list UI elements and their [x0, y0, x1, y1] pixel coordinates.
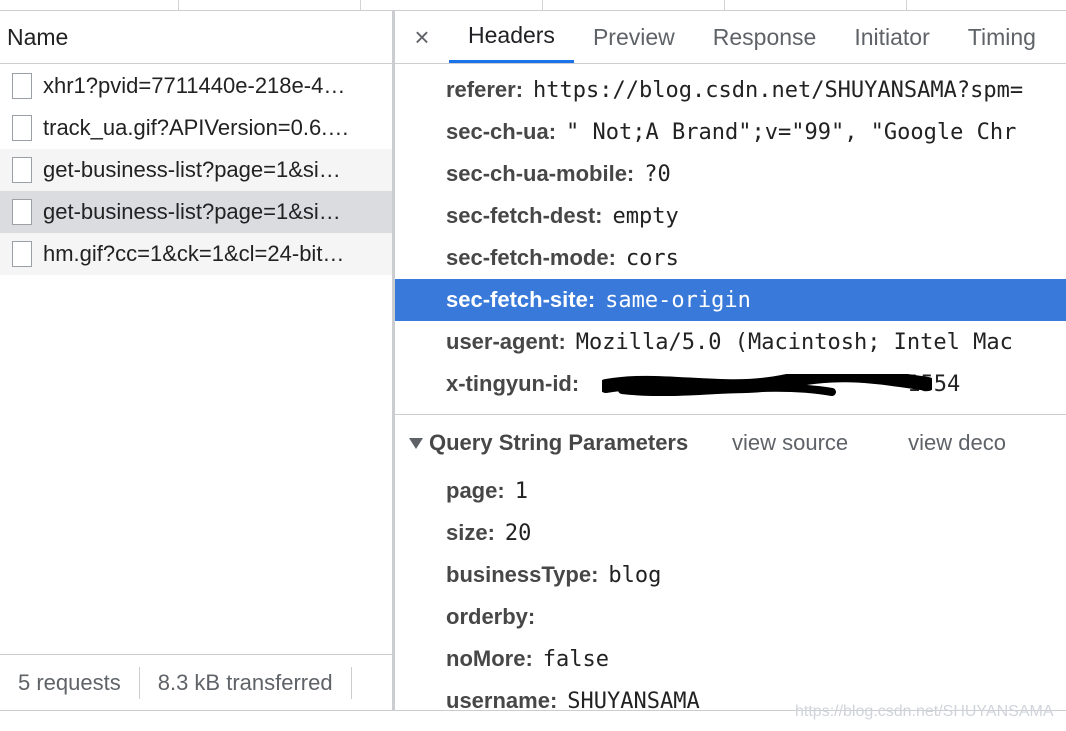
param-value: SHUYANSAMA [567, 688, 700, 711]
request-row[interactable]: get-business-list?page=1&si… [0, 149, 392, 191]
header-row[interactable]: sec-ch-ua-mobile: ?0 [395, 153, 1066, 195]
request-name: get-business-list?page=1&si… [43, 157, 341, 182]
param-key: username: [446, 688, 558, 710]
redaction-scribble [602, 374, 932, 396]
top-toolbar-strip [0, 0, 1066, 11]
header-key: user-agent: [446, 329, 566, 354]
request-name: track_ua.gif?APIVersion=0.6.… [43, 115, 350, 140]
toolbar-divider [542, 0, 543, 10]
header-key: referer: [446, 77, 524, 102]
request-count: 5 requests [18, 669, 121, 695]
document-icon [12, 115, 32, 141]
expand-triangle-icon[interactable] [409, 437, 423, 449]
close-icon[interactable]: × [395, 11, 449, 63]
request-row-selected[interactable]: get-business-list?page=1&si… [0, 191, 392, 233]
name-column-label: Name [7, 23, 69, 50]
request-name: get-business-list?page=1&si… [43, 199, 341, 224]
request-row[interactable]: hm.gif?cc=1&ck=1&cl=24-bit… [0, 233, 392, 275]
header-row-selected[interactable]: sec-fetch-site: same-origin [395, 279, 1066, 321]
status-divider [350, 666, 352, 699]
header-row[interactable]: sec-ch-ua: " Not;A Brand";v="99", "Googl… [395, 111, 1066, 153]
toolbar-divider [724, 0, 725, 10]
document-icon [12, 73, 32, 99]
query-param-row[interactable]: orderby: [395, 596, 1066, 638]
header-row[interactable]: sec-fetch-mode: cors [395, 237, 1066, 279]
tab-timing[interactable]: Timing [949, 11, 1055, 63]
tab-initiator[interactable]: Initiator [835, 11, 948, 63]
param-key: orderby: [446, 604, 536, 629]
view-source-link[interactable]: view source [732, 430, 848, 456]
param-value: false [542, 646, 609, 672]
param-key: noMore: [446, 646, 533, 671]
header-value: https://blog.csdn.net/SHUYANSAMA?spm= [533, 77, 1024, 103]
request-list-panel: Name xhr1?pvid=7711440e-218e-4… track_ua… [0, 11, 395, 710]
detail-tab-bar: × Headers Preview Response Initiator Tim… [395, 11, 1066, 64]
header-value: ?0 [644, 161, 671, 187]
request-row[interactable]: xhr1?pvid=7711440e-218e-4… [0, 65, 392, 107]
header-key: sec-ch-ua: [446, 119, 557, 144]
network-status-bar: 5 requests 8.3 kB transferred [0, 654, 392, 710]
document-icon [12, 199, 32, 225]
header-key: sec-ch-ua-mobile: [446, 161, 635, 186]
tab-preview[interactable]: Preview [574, 11, 694, 63]
request-detail-panel: × Headers Preview Response Initiator Tim… [395, 11, 1066, 710]
header-value: " Not;A Brand";v="99", "Google Chr [566, 119, 1017, 145]
header-key: sec-fetch-mode: [446, 245, 616, 270]
request-name: xhr1?pvid=7711440e-218e-4… [43, 73, 346, 98]
request-row[interactable]: track_ua.gif?APIVersion=0.6.… [0, 107, 392, 149]
query-section-header: Query String Parameters view source view… [395, 415, 1066, 471]
query-param-row[interactable]: size: 20 [395, 512, 1066, 554]
query-string-section: Query String Parameters view source view… [395, 414, 1066, 710]
tab-headers[interactable]: Headers [449, 11, 574, 63]
header-row[interactable]: referer: https://blog.csdn.net/SHUYANSAM… [395, 69, 1066, 111]
toolbar-divider [906, 0, 907, 10]
query-param-row[interactable]: page: 1 [395, 470, 1066, 512]
tab-response[interactable]: Response [694, 11, 836, 63]
query-param-row[interactable]: businessType: blog [395, 554, 1066, 596]
query-params-list: page: 1 size: 20 businessType: blog orde… [395, 470, 1066, 710]
request-headers-list: referer: https://blog.csdn.net/SHUYANSAM… [395, 69, 1066, 405]
param-value: 20 [504, 520, 532, 546]
header-key: sec-fetch-site: [446, 287, 596, 312]
header-value: Mozilla/5.0 (Macintosh; Intel Mac [575, 329, 1013, 355]
header-key: sec-fetch-dest: [446, 203, 603, 228]
param-key: size: [446, 520, 495, 545]
header-row[interactable]: user-agent: Mozilla/5.0 (Macintosh; Inte… [395, 321, 1066, 363]
header-key: x-tingyun-id: [446, 371, 580, 396]
param-key: page: [446, 478, 505, 503]
toolbar-divider [360, 0, 361, 10]
param-value: 1 [514, 478, 528, 504]
header-row[interactable]: sec-fetch-dest: empty [395, 195, 1066, 237]
header-value: same-origin [605, 287, 751, 313]
transferred-size: 8.3 kB transferred [157, 669, 333, 695]
toolbar-divider [178, 0, 179, 10]
request-list: xhr1?pvid=7711440e-218e-4… track_ua.gif?… [0, 65, 392, 275]
view-decoded-link[interactable]: view deco [908, 430, 1006, 456]
request-name: hm.gif?cc=1&ck=1&cl=24-bit… [43, 241, 345, 266]
header-value: cors [625, 245, 679, 271]
param-key: businessType: [446, 562, 599, 587]
param-value: blog [608, 562, 662, 588]
name-column-header[interactable]: Name [0, 11, 392, 64]
document-icon [12, 157, 32, 183]
query-section-title[interactable]: Query String Parameters [429, 430, 732, 456]
document-icon [12, 241, 32, 267]
header-value: empty [612, 203, 679, 229]
query-param-row[interactable]: noMore: false [395, 638, 1066, 680]
header-row[interactable]: x-tingyun-id: 1554 [395, 363, 1066, 405]
watermark-text: https://blog.csdn.net/SHUYANSAMA [795, 703, 1054, 720]
